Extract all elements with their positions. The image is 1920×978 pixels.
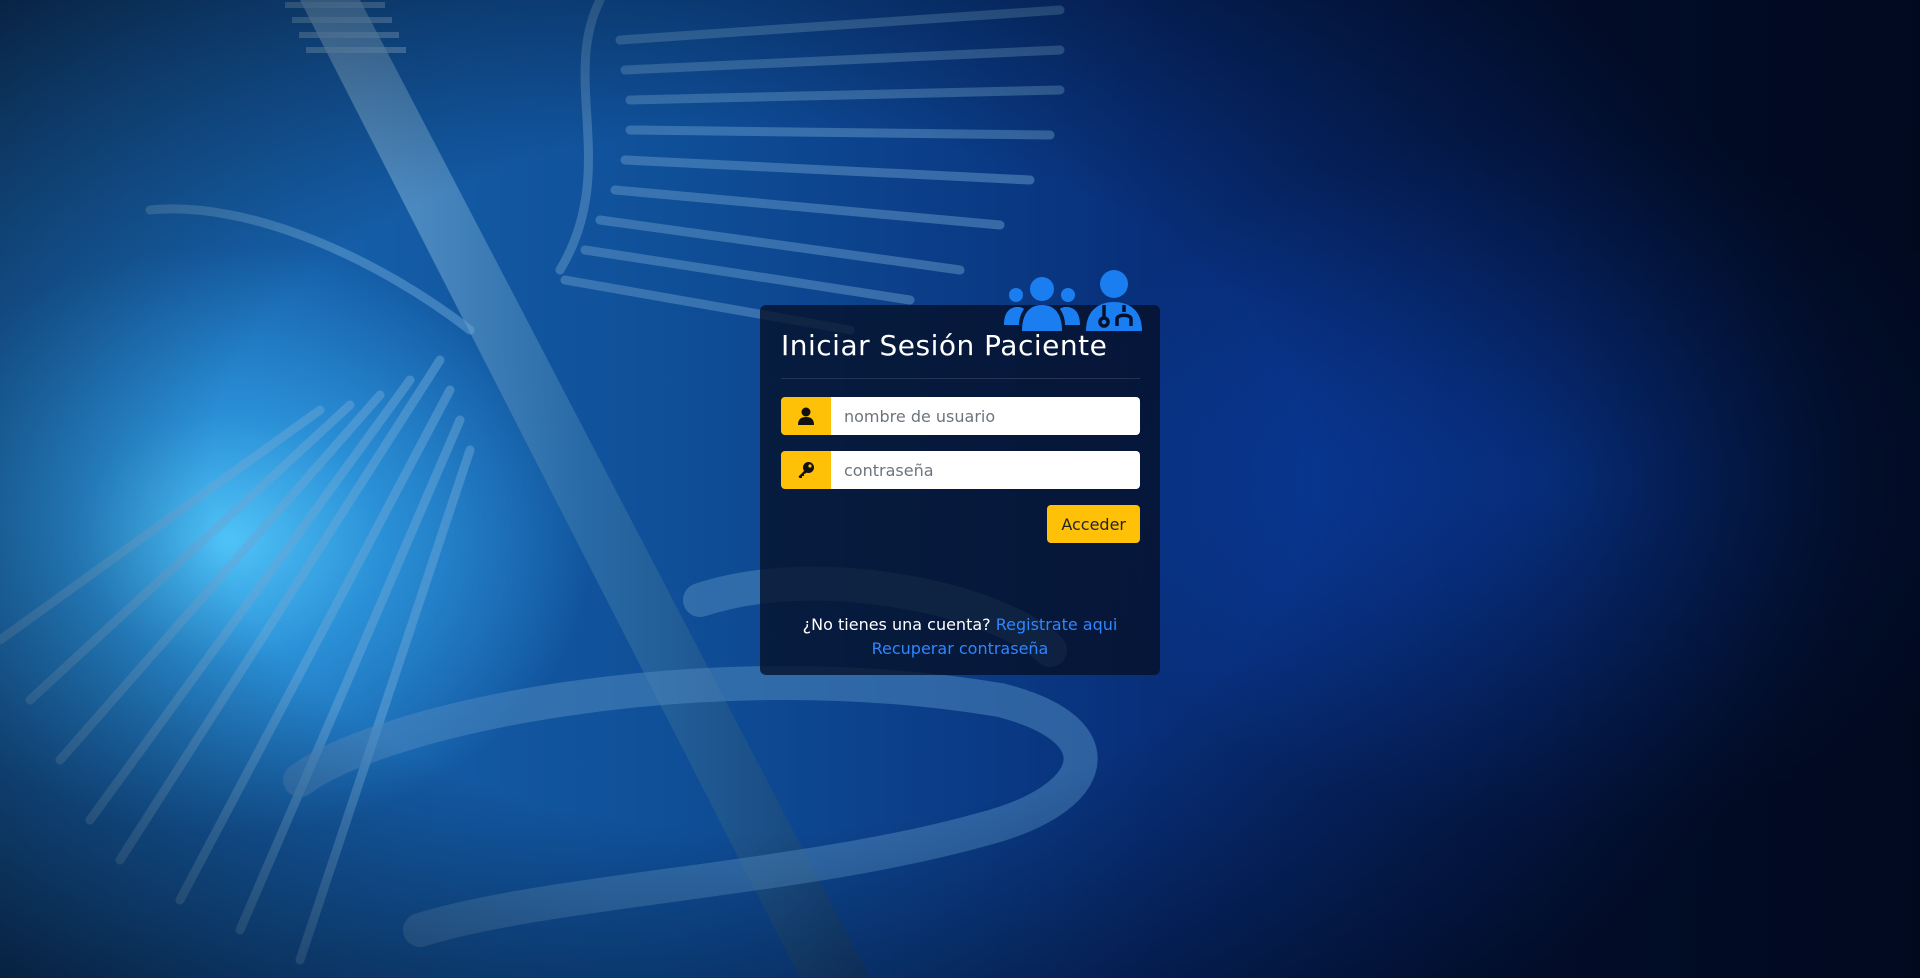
recover-password-link[interactable]: Recuperar contraseña	[872, 639, 1049, 658]
title-divider	[781, 378, 1140, 379]
header-icons	[1004, 269, 1142, 335]
login-button[interactable]: Acceder	[1047, 505, 1140, 543]
register-link[interactable]: Registrate aqui	[996, 615, 1118, 634]
username-input-group	[781, 397, 1140, 435]
users-icon	[1004, 275, 1080, 335]
user-doctor-icon	[1086, 269, 1142, 335]
recover-line: Recuperar contraseña	[760, 637, 1160, 661]
card-footer: ¿No tienes una cuenta? Registrate aqui R…	[760, 613, 1160, 661]
password-input-group	[781, 451, 1140, 489]
login-card: Iniciar Sesión Paciente Acce	[760, 270, 1160, 675]
password-input[interactable]	[831, 451, 1140, 489]
submit-row: Acceder	[781, 505, 1140, 543]
login-page: Iniciar Sesión Paciente Acce	[0, 0, 1920, 978]
user-icon	[781, 397, 831, 435]
register-line: ¿No tienes una cuenta? Registrate aqui	[760, 613, 1160, 637]
no-account-text: ¿No tienes una cuenta?	[802, 615, 991, 634]
username-input[interactable]	[831, 397, 1140, 435]
key-icon	[781, 451, 831, 489]
